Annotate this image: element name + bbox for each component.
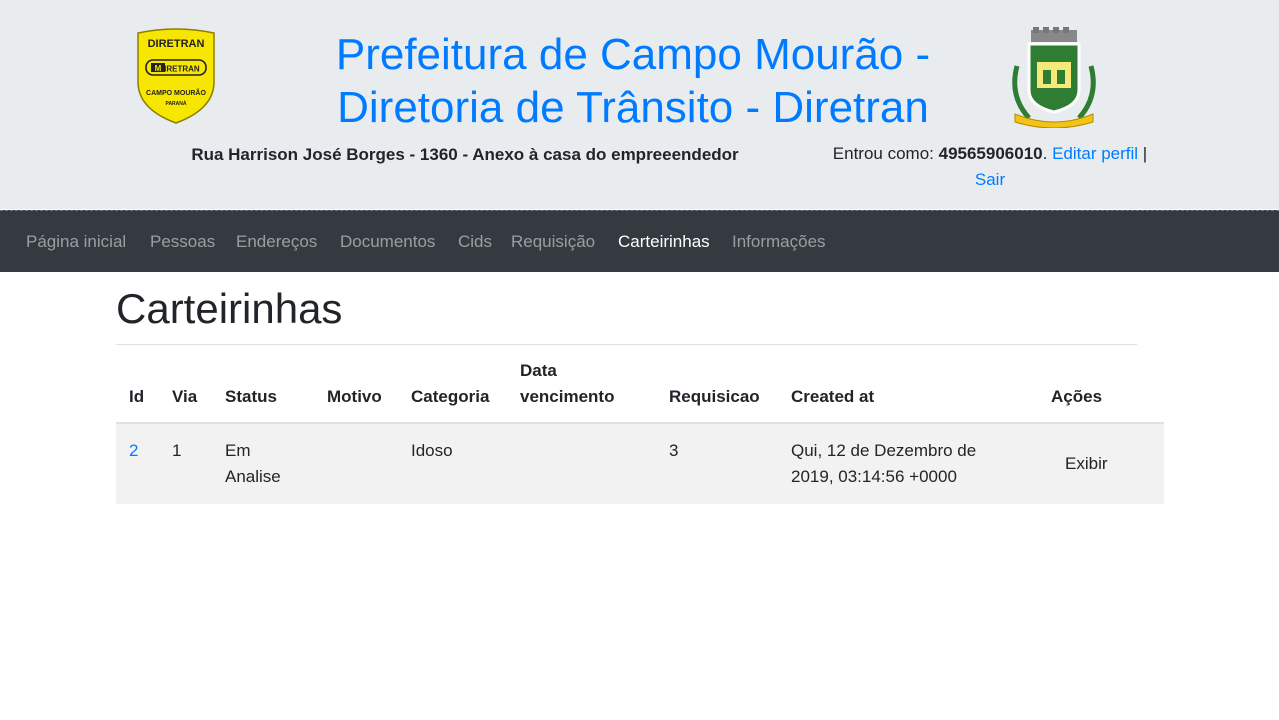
main-navbar: Página inicial Pessoas Endereços Documen… (0, 210, 1279, 272)
nav-cids[interactable]: Cids (458, 231, 492, 253)
nav-requisicao[interactable]: Requisição (511, 231, 595, 253)
cell-requisicao: 3 (669, 441, 679, 460)
col-header-via: Via (172, 387, 198, 406)
period: . (1042, 144, 1048, 163)
nav-documentos[interactable]: Documentos (340, 231, 435, 253)
svg-text:M: M (155, 64, 162, 73)
logo-bottom-text: CAMPO MOURÃO (146, 88, 206, 97)
col-header-id: Id (129, 387, 145, 406)
user-id: 49565906010 (938, 144, 1043, 163)
col-header-status: Status (225, 387, 277, 406)
nav-enderecos[interactable]: Endereços (236, 231, 317, 253)
cell-categoria: Idoso (411, 441, 453, 460)
col-header-acoes: Ações (1051, 387, 1103, 406)
row-id-link[interactable]: 2 (129, 441, 138, 460)
logout-link[interactable]: Sair (975, 170, 1005, 189)
nav-pessoas[interactable]: Pessoas (150, 231, 215, 253)
cell-id: 2 (129, 438, 138, 464)
show-button[interactable]: Exibir (1065, 451, 1108, 477)
diretran-logo: DIRETRAN DIRETRAN M CAMPO MOURÃO PARANÁ (137, 28, 215, 124)
logo-state-text: PARANÁ (165, 100, 186, 107)
col-header-categoria: Categoria (411, 387, 490, 406)
nav-carteirinhas[interactable]: Carteirinhas (618, 231, 710, 253)
col-header-motivo: Motivo (327, 387, 382, 406)
edit-profile-link[interactable]: Editar perfil (1052, 144, 1138, 163)
nav-home[interactable]: Página inicial (26, 231, 126, 253)
site-header: DIRETRAN DIRETRAN M CAMPO MOURÃO PARANÁ … (0, 0, 1279, 209)
cell-status: Em Analise (225, 441, 281, 486)
cell-created-at: Qui, 12 de Dezembro de 2019, 03:14:56 +0… (791, 441, 977, 486)
logged-in-label: Entrou como: (832, 144, 939, 163)
page-title: Carteirinhas (116, 285, 343, 332)
col-header-data-vencimento: Data vencimento (520, 361, 615, 406)
nav-informacoes[interactable]: Informações (732, 231, 826, 253)
col-header-requisicao: Requisicao (669, 387, 760, 406)
site-title: Prefeitura de Campo Mourão - Diretoria d… (335, 30, 931, 132)
link-separator: | (1138, 144, 1148, 163)
col-header-created-at: Created at (791, 387, 875, 406)
address-text: Rua Harrison José Borges - 1360 - Anexo … (191, 145, 739, 164)
title-divider (116, 344, 1137, 345)
logo-top-text: DIRETRAN (148, 38, 205, 50)
cell-via: 1 (172, 441, 182, 460)
user-info: Entrou como: 49565906010. Editar perfil … (830, 141, 1150, 193)
municipal-coat-of-arms (1012, 27, 1096, 128)
